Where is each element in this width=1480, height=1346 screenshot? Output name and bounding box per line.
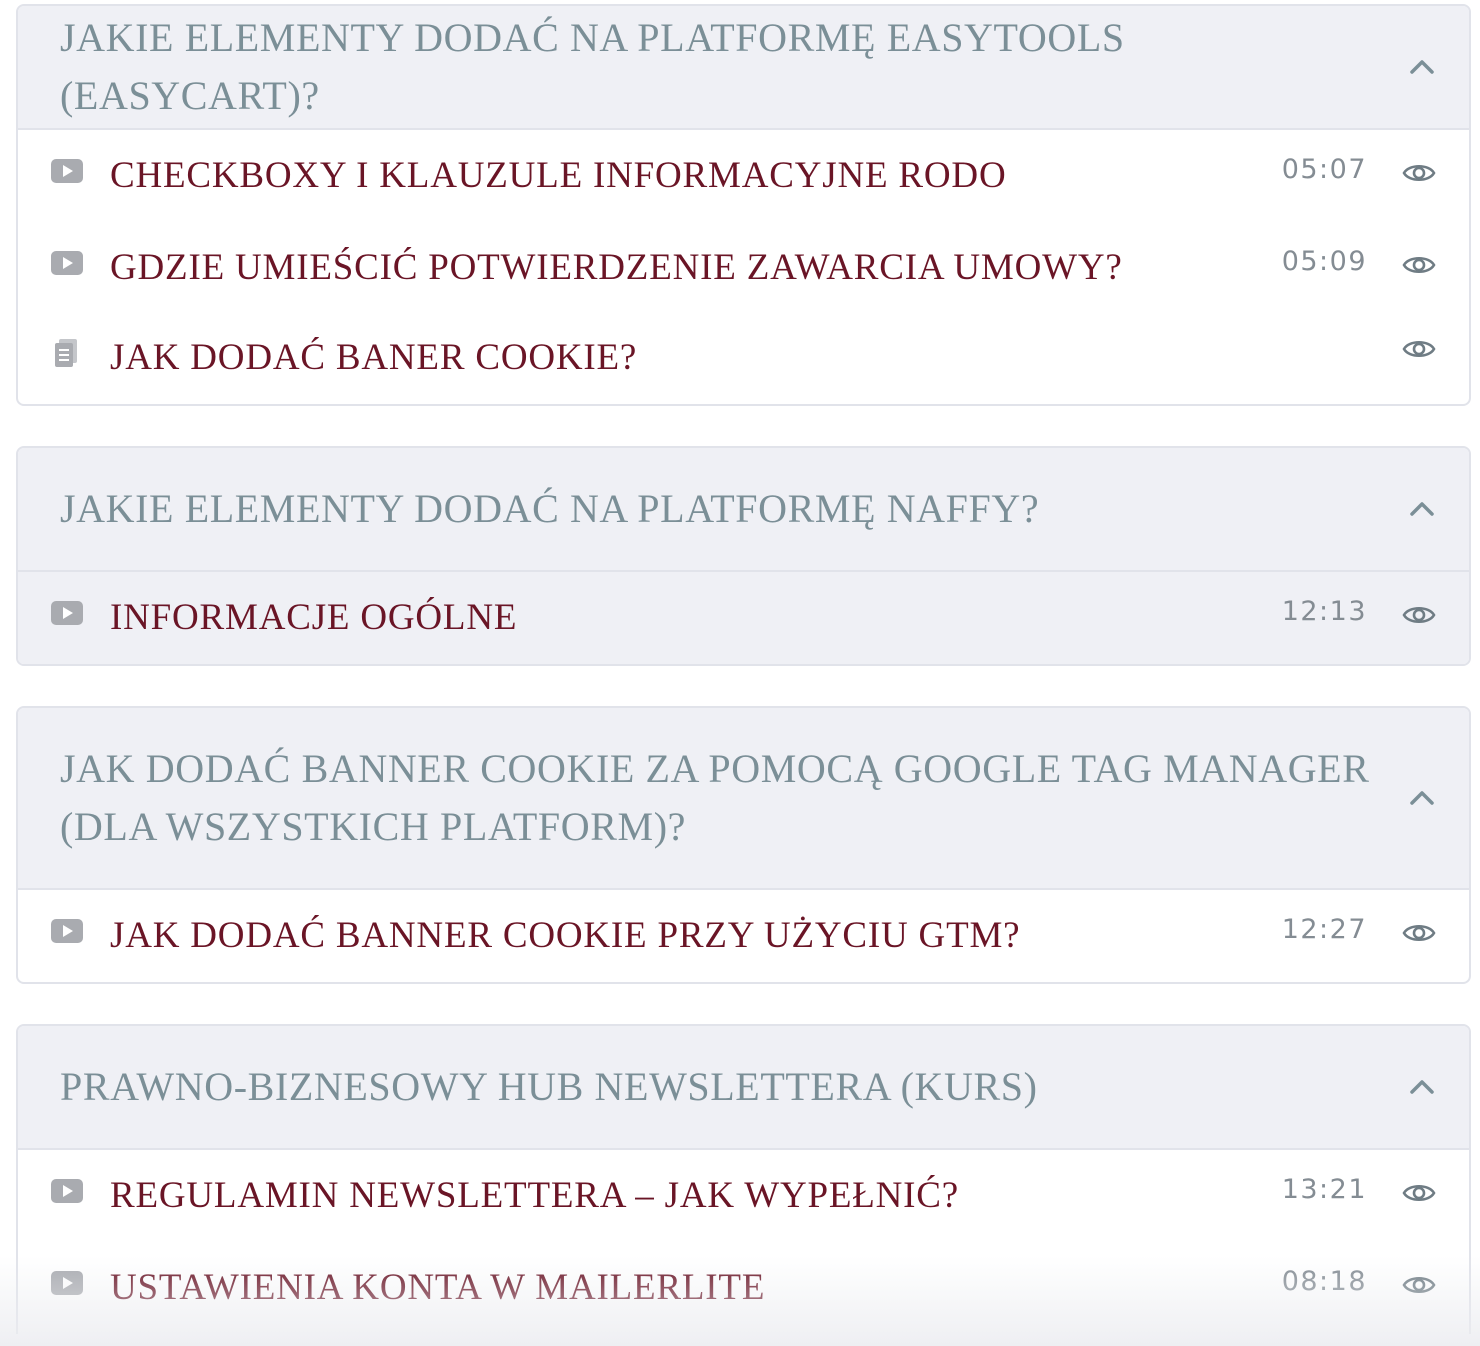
course-section: PRAWNO-BIZNESOWY HUB NEWSLETTERA (KURS) … bbox=[16, 1024, 1471, 1334]
lesson-duration: 13:21 bbox=[1281, 1173, 1367, 1205]
play-video-icon bbox=[50, 1266, 84, 1300]
section-header[interactable]: JAK DODAĆ BANNER COOKIE ZA POMOCĄ GOOGLE… bbox=[18, 708, 1469, 890]
eye-icon[interactable] bbox=[1401, 597, 1437, 633]
lesson-title: INFORMACJE OGÓLNE bbox=[110, 597, 518, 638]
play-video-icon bbox=[50, 914, 84, 948]
lesson-title: JAK DODAĆ BANNER COOKIE PRZY UŻYCIU GTM? bbox=[110, 915, 1021, 956]
lesson-title: JAK DODAĆ BANER COOKIE? bbox=[110, 337, 638, 378]
section-title: JAKIE ELEMENTY DODAĆ NA PLATFORMĘ EASYTO… bbox=[60, 15, 1125, 118]
eye-icon[interactable] bbox=[1401, 247, 1437, 283]
document-icon bbox=[50, 336, 84, 370]
chevron-up-icon[interactable] bbox=[1405, 50, 1439, 84]
lesson-title: GDZIE UMIEŚCIĆ POTWIERDZENIE ZAWARCIA UM… bbox=[110, 247, 1123, 288]
chevron-up-icon[interactable] bbox=[1405, 1070, 1439, 1104]
lesson-title: USTAWIENIA KONTA W MAILERLITE bbox=[110, 1267, 766, 1308]
lesson-duration: 12:27 bbox=[1281, 913, 1367, 945]
lesson-item[interactable]: JAK DODAĆ BANER COOKIE? bbox=[18, 314, 1469, 402]
lesson-duration: 05:09 bbox=[1281, 245, 1367, 277]
lesson-item[interactable]: CHECKBOXY I KLAUZULE INFORMACYJNE RODO 0… bbox=[18, 130, 1469, 222]
eye-icon[interactable] bbox=[1401, 155, 1437, 191]
eye-icon[interactable] bbox=[1401, 915, 1437, 951]
chevron-up-icon[interactable] bbox=[1405, 492, 1439, 526]
section-header[interactable]: JAKIE ELEMENTY DODAĆ NA PLATFORMĘ NAFFY? bbox=[18, 448, 1469, 572]
course-section: JAK DODAĆ BANNER COOKIE ZA POMOCĄ GOOGLE… bbox=[16, 706, 1471, 984]
eye-icon[interactable] bbox=[1401, 1175, 1437, 1211]
section-header[interactable]: JAKIE ELEMENTY DODAĆ NA PLATFORMĘ EASYTO… bbox=[18, 6, 1469, 130]
section-title: JAK DODAĆ BANNER COOKIE ZA POMOCĄ GOOGLE… bbox=[60, 746, 1370, 849]
section-header[interactable]: PRAWNO-BIZNESOWY HUB NEWSLETTERA (KURS) bbox=[18, 1026, 1469, 1150]
eye-icon[interactable] bbox=[1401, 331, 1437, 367]
eye-icon[interactable] bbox=[1401, 1267, 1437, 1303]
lesson-item[interactable]: USTAWIENIA KONTA W MAILERLITE 08:18 bbox=[18, 1242, 1469, 1334]
lesson-item[interactable]: INFORMACJE OGÓLNE 12:13 bbox=[18, 572, 1469, 664]
play-video-icon bbox=[50, 596, 84, 630]
lesson-item[interactable]: REGULAMIN NEWSLETTERA – JAK WYPEŁNIĆ? 13… bbox=[18, 1150, 1469, 1242]
play-video-icon bbox=[50, 246, 84, 280]
course-curriculum: JAKIE ELEMENTY DODAĆ NA PLATFORMĘ EASYTO… bbox=[16, 4, 1471, 1346]
lesson-item[interactable]: GDZIE UMIEŚCIĆ POTWIERDZENIE ZAWARCIA UM… bbox=[18, 222, 1469, 314]
section-title: PRAWNO-BIZNESOWY HUB NEWSLETTERA (KURS) bbox=[60, 1064, 1038, 1109]
course-section: JAKIE ELEMENTY DODAĆ NA PLATFORMĘ NAFFY?… bbox=[16, 446, 1471, 666]
lesson-item[interactable]: JAK DODAĆ BANNER COOKIE PRZY UŻYCIU GTM?… bbox=[18, 890, 1469, 982]
section-title: JAKIE ELEMENTY DODAĆ NA PLATFORMĘ NAFFY? bbox=[60, 486, 1040, 531]
lesson-title: REGULAMIN NEWSLETTERA – JAK WYPEŁNIĆ? bbox=[110, 1175, 960, 1216]
lesson-duration: 12:13 bbox=[1281, 595, 1367, 627]
lesson-duration: 08:18 bbox=[1281, 1265, 1367, 1297]
chevron-up-icon[interactable] bbox=[1405, 781, 1439, 815]
play-video-icon bbox=[50, 1174, 84, 1208]
lesson-duration: 05:07 bbox=[1281, 153, 1367, 185]
course-section: JAKIE ELEMENTY DODAĆ NA PLATFORMĘ EASYTO… bbox=[16, 4, 1471, 406]
play-video-icon bbox=[50, 154, 84, 188]
lesson-title: CHECKBOXY I KLAUZULE INFORMACYJNE RODO bbox=[110, 155, 1007, 196]
